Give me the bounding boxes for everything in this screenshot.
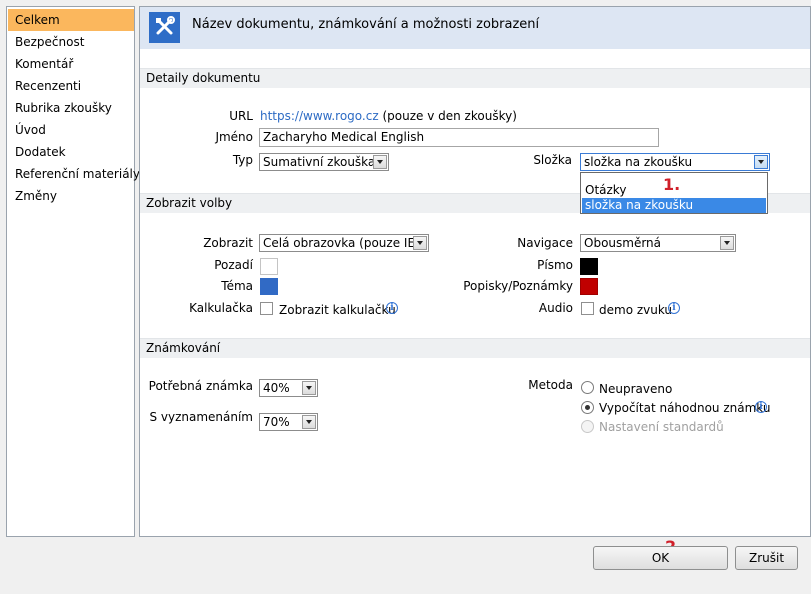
method-option-label: Neupraveno: [599, 382, 673, 396]
type-select-value: Sumativní zkouška: [263, 155, 376, 169]
navigation-select-value: Obousměrná: [584, 236, 662, 250]
name-field[interactable]: Zacharyho Medical English: [259, 128, 659, 147]
sidebar-item-uvod[interactable]: Úvod: [8, 119, 134, 141]
url-note: (pouze v den zkoušky): [382, 109, 517, 123]
chevron-down-icon[interactable]: [754, 155, 768, 169]
distinction-value: 70%: [263, 415, 290, 429]
sidebar-item-celkem[interactable]: Celkem: [8, 9, 134, 31]
pass-mark-select[interactable]: 40%: [259, 379, 318, 397]
info-icon[interactable]: i: [755, 401, 767, 413]
display-select-value: Celá obrazovka (pouze IE): [263, 236, 420, 250]
audio-option-label: demo zvuku: [599, 303, 673, 317]
sidebar: Celkem Bezpečnost Komentář Recenzenti Ru…: [6, 6, 140, 537]
sidebar-item-bezpecnost[interactable]: Bezpečnost: [8, 31, 134, 53]
cancel-button[interactable]: Zrušit: [735, 546, 798, 570]
calculator-option-label: Zobrazit kalkulačku: [279, 303, 396, 317]
name-label: Jméno: [215, 130, 253, 144]
page-title: Název dokumentu, známkování a možnosti z…: [192, 17, 540, 32]
method-radio-standardy: [581, 420, 594, 433]
method-option-label: Nastavení standardů: [599, 420, 724, 434]
info-icon[interactable]: i: [386, 302, 398, 314]
url-label: URL: [229, 109, 253, 123]
calculator-checkbox[interactable]: [260, 302, 273, 315]
calculator-label: Kalkulačka: [189, 301, 253, 315]
panel-header: Název dokumentu, známkování a možnosti z…: [140, 7, 810, 49]
type-select[interactable]: Sumativní zkouška: [259, 153, 389, 171]
tools-icon: [149, 12, 180, 43]
chevron-down-icon[interactable]: [302, 381, 316, 395]
chevron-down-icon[interactable]: [373, 155, 387, 169]
navigation-select[interactable]: Obousměrná: [580, 234, 736, 252]
pass-mark-label: Potřebná známka: [148, 379, 253, 393]
folder-select[interactable]: složka na zkoušku: [580, 153, 770, 171]
sidebar-item-referencni[interactable]: Referenční materiály: [8, 163, 140, 185]
distinction-select[interactable]: 70%: [259, 413, 318, 431]
audio-label: Audio: [538, 301, 573, 315]
method-radio-nahodna[interactable]: [581, 401, 594, 414]
method-option-label: Vypočítat náhodnou známku: [599, 401, 771, 415]
pass-mark-value: 40%: [263, 381, 290, 395]
audio-checkbox[interactable]: [581, 302, 594, 315]
info-icon[interactable]: i: [668, 302, 680, 314]
method-label: Metoda: [528, 378, 573, 392]
background-color-swatch[interactable]: [260, 258, 278, 275]
chevron-down-icon[interactable]: [720, 236, 734, 250]
sidebar-item-dodatek[interactable]: Dodatek: [8, 141, 134, 163]
annotation-step-1: 1.: [663, 175, 681, 194]
navigation-label: Navigace: [517, 236, 573, 250]
sidebar-item-zmeny[interactable]: Změny: [8, 185, 134, 207]
chevron-down-icon[interactable]: [302, 415, 316, 429]
chevron-down-icon[interactable]: [413, 236, 427, 250]
notes-color-swatch[interactable]: [580, 278, 598, 295]
display-label: Zobrazit: [203, 236, 253, 250]
section-details-title: Detaily dokumentu: [140, 68, 810, 88]
theme-color-swatch[interactable]: [260, 278, 278, 295]
sidebar-item-recenzenti[interactable]: Recenzenti: [8, 75, 134, 97]
url-row: https://www.rogo.cz (pouze v den zkoušky…: [260, 109, 517, 123]
ok-button[interactable]: OK: [593, 546, 728, 570]
main-panel: Název dokumentu, známkování a možnosti z…: [139, 6, 811, 537]
folder-select-value: složka na zkoušku: [584, 155, 693, 169]
display-select[interactable]: Celá obrazovka (pouze IE): [259, 234, 429, 252]
type-label: Typ: [232, 153, 253, 167]
notes-label: Popisky/Poznámky: [463, 279, 573, 293]
theme-label: Téma: [221, 279, 253, 293]
section-grading-title: Známkování: [140, 338, 810, 358]
method-radio-neupraveno[interactable]: [581, 381, 594, 394]
sidebar-item-rubrika[interactable]: Rubrika zkoušky: [8, 97, 134, 119]
font-color-swatch[interactable]: [580, 258, 598, 275]
sidebar-item-komentar[interactable]: Komentář: [8, 53, 134, 75]
font-label: Písmo: [537, 258, 573, 272]
folder-label: Složka: [533, 153, 572, 167]
distinction-label: S vyznamenáním: [149, 410, 253, 424]
url-link[interactable]: https://www.rogo.cz: [260, 109, 379, 123]
folder-option-slozka[interactable]: složka na zkoušku: [582, 198, 766, 213]
background-label: Pozadí: [214, 258, 253, 272]
